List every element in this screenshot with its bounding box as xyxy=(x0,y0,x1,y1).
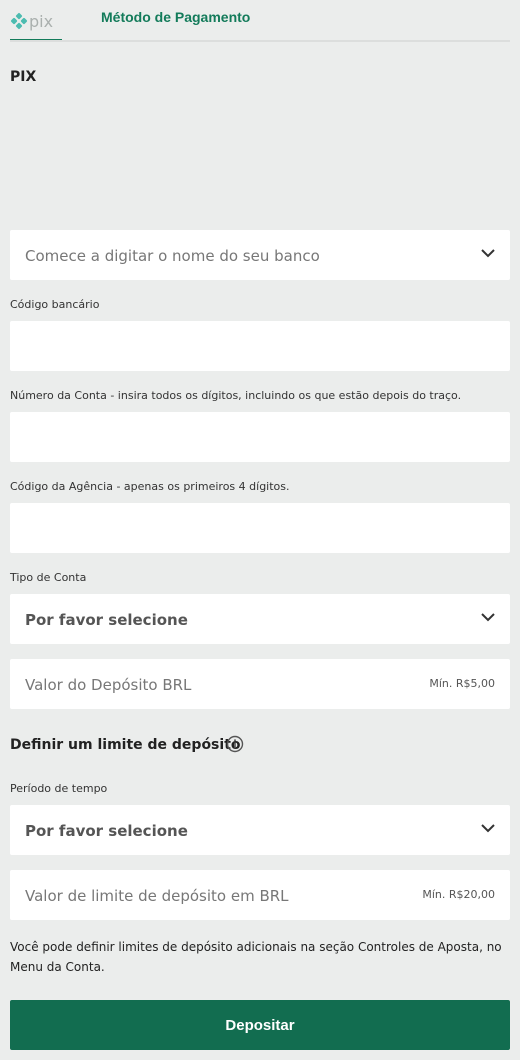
payment-method-title: Método de Pagamento xyxy=(101,9,251,25)
limit-amount-input[interactable]: Valor de limite de depósito em BRL Mín. … xyxy=(10,870,510,920)
deposit-limit-title: Definir um limite de depósito xyxy=(10,737,241,753)
limits-note: Você pode definir limites de depósito ad… xyxy=(10,940,502,974)
account-type-placeholder: Por favor selecione xyxy=(25,611,188,629)
agency-code-label: Código da Agência - apenas os primeiros … xyxy=(10,480,290,493)
header: pix Método de Pagamento xyxy=(0,0,520,42)
deposit-button[interactable]: Depositar xyxy=(10,1000,510,1050)
deposit-amount-placeholder: Valor do Depósito BRL xyxy=(25,676,192,694)
tab-pix[interactable]: pix xyxy=(10,0,62,42)
chevron-down-icon xyxy=(481,249,495,258)
header-divider xyxy=(10,40,510,42)
limit-amount-placeholder: Valor de limite de depósito em BRL xyxy=(25,887,289,905)
account-type-label: Tipo de Conta xyxy=(10,571,87,584)
account-number-label: Número da Conta - insira todos os dígito… xyxy=(10,389,462,402)
agency-code-input[interactable] xyxy=(10,503,510,553)
limit-min-hint: Mín. R$20,00 xyxy=(422,888,495,901)
info-icon[interactable] xyxy=(226,735,244,753)
deposit-amount-input[interactable]: Valor do Depósito BRL Mín. R$5,00 xyxy=(10,659,510,709)
chevron-down-icon xyxy=(481,613,495,622)
chevron-down-icon xyxy=(481,824,495,833)
bank-search-placeholder: Comece a digitar o nome do seu banco xyxy=(25,247,320,265)
account-type-select[interactable]: Por favor selecione xyxy=(10,594,510,644)
period-select[interactable]: Por favor selecione xyxy=(10,805,510,855)
account-number-input[interactable] xyxy=(10,412,510,462)
bank-code-input[interactable] xyxy=(10,321,510,371)
pix-logo: pix xyxy=(10,10,62,36)
bank-code-label: Código bancário xyxy=(10,298,100,311)
deposit-min-hint: Mín. R$5,00 xyxy=(429,677,495,690)
bank-search-select[interactable]: Comece a digitar o nome do seu banco xyxy=(10,230,510,280)
pix-diamond-icon xyxy=(10,12,28,30)
svg-text:pix: pix xyxy=(29,12,53,31)
period-label: Período de tempo xyxy=(10,782,108,795)
section-title-pix: PIX xyxy=(10,69,37,85)
period-placeholder: Por favor selecione xyxy=(25,822,188,840)
